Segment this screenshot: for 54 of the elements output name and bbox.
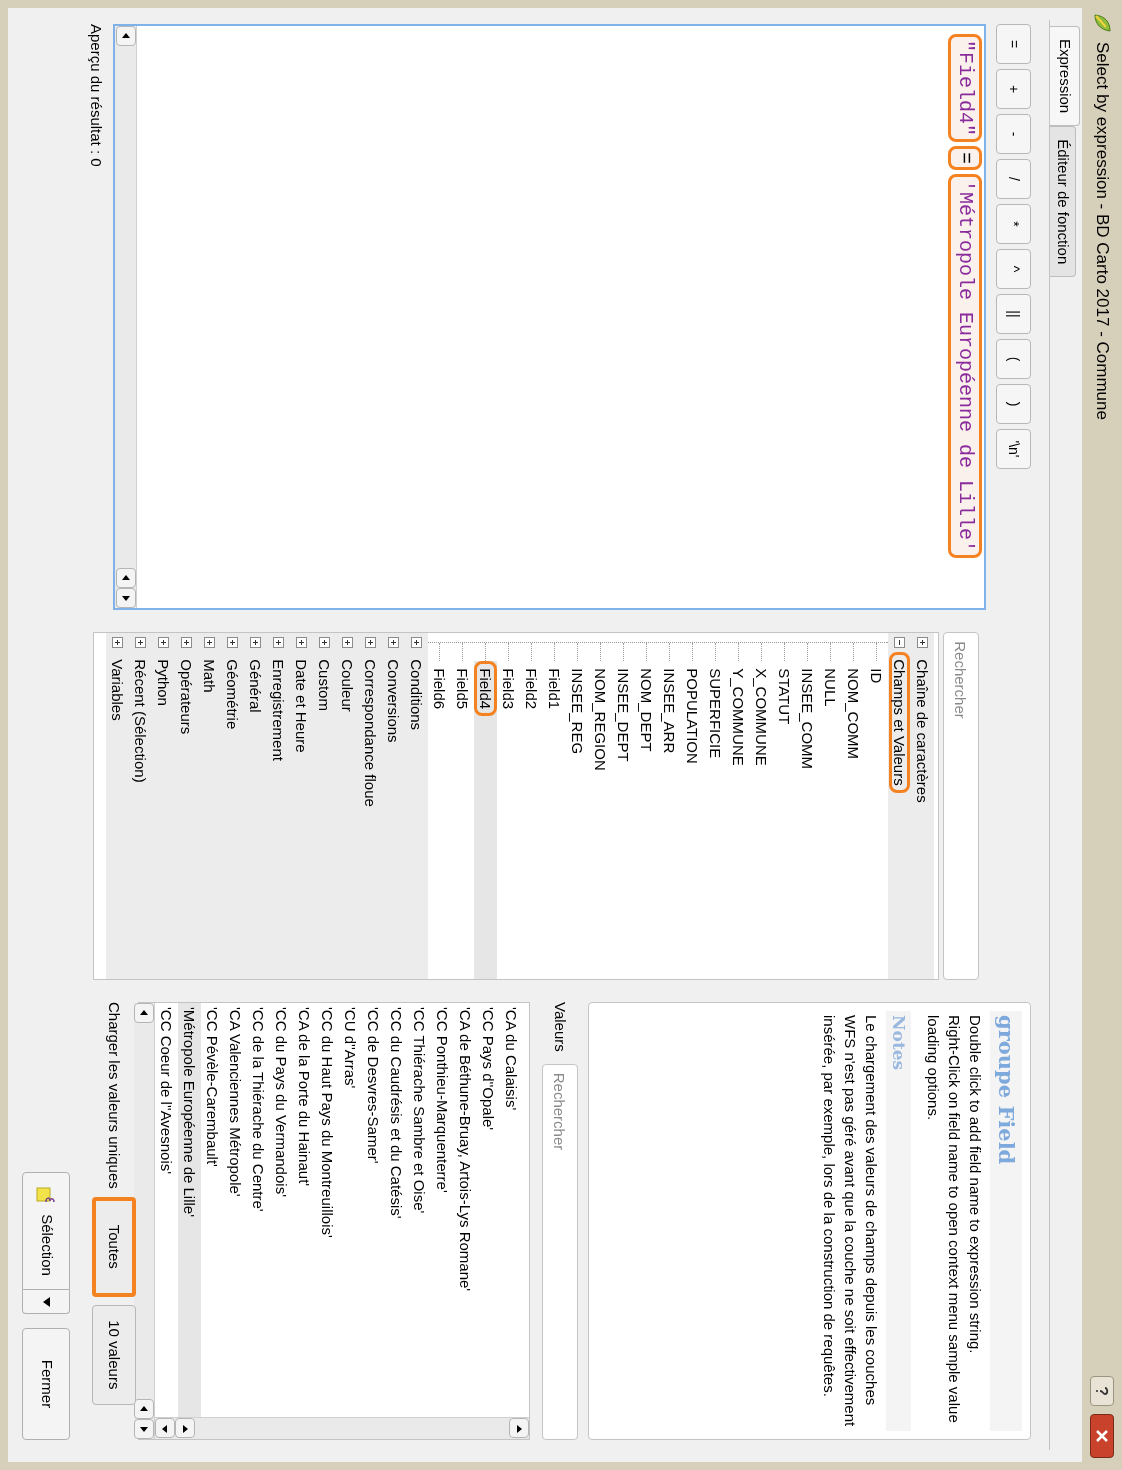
value-item[interactable]: 'CC de la Thiérache du Centre'	[247, 1003, 270, 1417]
value-item[interactable]: 'CC Pévèle-Carembault'	[201, 1003, 224, 1417]
operator-button[interactable]: =	[996, 24, 1031, 64]
tree-group-label[interactable]: Custom	[314, 652, 335, 718]
operator-button[interactable]: ||	[996, 294, 1031, 334]
tree-group-label[interactable]: Math	[199, 652, 220, 700]
tree-group-label[interactable]: Couleur	[337, 652, 358, 719]
close-dialog-button[interactable]: Fermer	[22, 1328, 71, 1440]
tree-field-item[interactable]: Field4	[474, 661, 497, 979]
field-token: "Field4"	[948, 34, 982, 142]
tab[interactable]: Expression	[1050, 26, 1080, 127]
value-item[interactable]: 'CC du Haut Pays du Montreuillois'	[316, 1003, 339, 1417]
window-title: Select by expression - BD Carto 2017 - Commune	[1091, 42, 1113, 420]
tab[interactable]: Éditeur de fonction	[1050, 126, 1076, 278]
string-token: 'Métropole Européenne de Lille'	[948, 174, 982, 559]
value-item[interactable]: 'CC du Pays du Vermandois'	[270, 1003, 293, 1417]
expression-editor[interactable]: "Field4" = 'Métropole Européenne de Lille'	[113, 24, 986, 611]
value-item[interactable]: 'CC de Desvres-Samer'	[362, 1003, 385, 1417]
value-item[interactable]: 'CA Valenciennes Métropole'	[224, 1003, 247, 1417]
value-item[interactable]: 'CC Ponthieu-Marquenterre'	[431, 1003, 454, 1417]
values-search-field[interactable]: Rechercher	[542, 1063, 578, 1440]
operator-button[interactable]: )	[996, 384, 1031, 424]
notes-text: Le chargement des valeurs de champs depuis les couches WFS n'est pas géré avant que la couche ne soit effectivement insérée, par exemple, lors de la construction de requêtes.	[820, 1014, 881, 1429]
value-item[interactable]: 'Métropole Européenne de Lille'	[178, 1003, 201, 1417]
operator-button[interactable]: '\n'	[996, 429, 1031, 469]
tree-group-label[interactable]: Général	[245, 652, 266, 720]
operator-button[interactable]: (	[996, 339, 1031, 379]
value-item[interactable]: 'CC Coeur de l''Avesnois'	[155, 1003, 178, 1417]
value-item[interactable]: 'CA de la Porte du Hainaut'	[293, 1003, 316, 1417]
search-field[interactable]: Rechercher	[943, 632, 979, 980]
value-item[interactable]: 'CU d''Arras'	[339, 1003, 362, 1417]
operator-button[interactable]: /	[996, 159, 1031, 199]
load-unique-label: Charger les valeurs uniques	[105, 1002, 125, 1189]
value-item[interactable]: 'CA de Béthune-Bruay, Artois-Lys Romane'	[454, 1003, 477, 1417]
result-preview: Aperçu du résultat : 0	[87, 24, 107, 169]
load-values-button[interactable]: 10 valeurs	[92, 1304, 136, 1405]
operator-button[interactable]: ^	[996, 249, 1031, 289]
help-text: Double click to add field name to expression string.	[966, 1015, 986, 1356]
help-title: groupe Field	[994, 1015, 1019, 1165]
help-text: Right-Click on field name to open context menu sample value loading options.	[924, 1015, 965, 1425]
operator-token: =	[948, 146, 982, 171]
value-item[interactable]: 'CA du Calaisis'	[500, 1003, 523, 1417]
operator-button[interactable]: -	[996, 114, 1031, 154]
value-item[interactable]: 'CC Thiérache Sambre et Oise'	[408, 1003, 431, 1417]
notes-title: Notes	[889, 1015, 910, 1071]
operator-button[interactable]: +	[996, 69, 1031, 109]
operator-button[interactable]: *	[996, 204, 1031, 244]
value-item[interactable]: 'CC du Caudrésis et du Catésis'	[385, 1003, 408, 1417]
selection-label: Sélection	[37, 1214, 57, 1276]
selection-button[interactable]: Sélection	[22, 1172, 71, 1290]
tree-group-label[interactable]: Python	[153, 652, 174, 713]
load-values-button[interactable]: Toutes	[92, 1196, 136, 1297]
values-label: Valeurs	[551, 1002, 571, 1052]
value-item[interactable]: 'CC Pays d''Opale'	[477, 1003, 500, 1417]
